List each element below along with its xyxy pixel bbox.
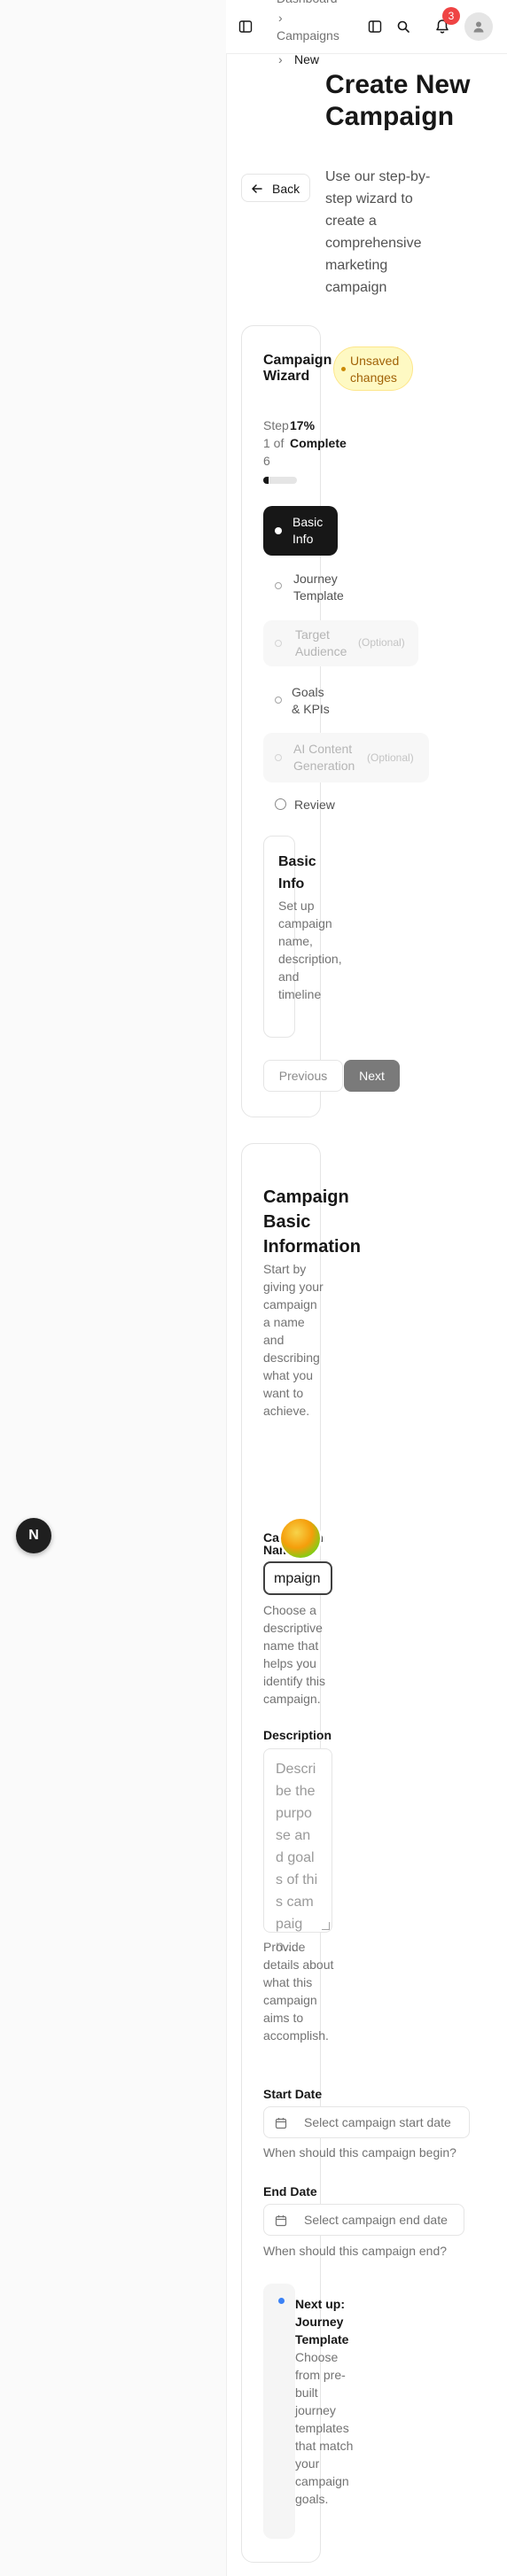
unsaved-dot-icon [341,367,346,371]
previous-button-label: Previous [278,1069,328,1083]
panel-toggle-icon[interactable] [368,19,382,34]
avatar[interactable] [464,12,493,41]
description-textarea[interactable]: Describe the purpose and goals of this c… [263,1748,332,1954]
step-label: Review [294,798,335,812]
step-optional-tag: (Optional) [367,751,414,764]
start-date-help: When should this campaign begin? [263,2145,456,2160]
end-date-picker[interactable]: Select campaign end date [263,2204,464,2236]
campaign-name-value: mpaign [274,1571,321,1586]
campaign-name-help: Choose a descriptive name that helps you… [263,1603,326,1706]
step-label: Journey Template [293,572,344,603]
form-title: Campaign Basic Information [263,1187,361,1257]
campaign-name-input[interactable]: mpaign [263,1561,332,1595]
step-label: Basic Info [292,515,324,546]
back-button[interactable]: Back [241,174,310,202]
description-label: Description [263,1728,332,1742]
wizard-step-goals-kpis[interactable]: Goals & KPIs [263,679,347,723]
current-step-title: Basic Info [278,854,316,891]
wizard-step-target-audience[interactable]: Target Audience (Optional) [263,620,418,666]
description-placeholder: Describe the purpose and goals of this c… [276,1762,318,1954]
step-circle-icon [275,798,286,810]
wizard-progress-track [263,477,297,484]
breadcrumb-item-dashboard[interactable]: Dashboard [277,0,338,7]
wizard-progress-fill [263,477,269,484]
step-label: AI Content Generation [293,742,355,773]
page-title: Create New Campaign [325,70,471,131]
next-button[interactable]: Next [344,1060,400,1092]
unsaved-badge: Unsaved changes [333,346,413,391]
top-bar: 3 [226,0,507,54]
calendar-icon [275,2215,287,2227]
step-circle-icon [275,582,282,589]
current-step-description: Set up campaign name, description, and t… [278,899,342,1001]
unsaved-badge-label: Unsaved changes [350,354,400,385]
sidebar-toggle-icon[interactable] [238,19,253,34]
user-icon [473,21,484,33]
page-subtitle: Use our step-by-step wizard to create a … [325,169,431,295]
wizard-step-journey-template[interactable]: Journey Template [263,566,347,611]
back-button-label: Back [272,182,300,196]
wizard-step-basic-info[interactable]: Basic Info [263,506,338,556]
chevron-right-icon: › [278,52,283,66]
resize-handle-icon[interactable] [322,1922,330,1930]
wizard-step-ai-content-generation[interactable]: AI Content Generation (Optional) [263,733,429,782]
emoji-sticker-icon [279,1517,322,1560]
wizard-progress-percent: 17% [290,418,316,432]
wizard-step-review[interactable]: Review [263,795,347,818]
breadcrumb-item-campaigns[interactable]: Campaigns [277,27,339,44]
wizard-progress-complete: Complete [290,436,347,450]
chevron-right-icon: › [278,11,283,25]
calendar-icon [275,2118,287,2129]
sidebar-panel [0,0,226,2576]
previous-button[interactable]: Previous [263,1060,343,1092]
arrow-left-icon [252,184,262,193]
end-date-placeholder: Select campaign end date [304,2213,448,2227]
notification-count-badge: 3 [442,7,460,25]
start-date-label: Start Date [263,2087,323,2101]
next-up-title: Next up: Journey Template [295,2297,349,2346]
step-circle-icon [275,754,282,761]
next-up-text: Choose from pre-built journey templates … [295,2350,354,2506]
end-date-label: End Date [263,2184,317,2199]
form-intro: Start by giving your campaign a name and… [263,1262,324,1418]
wizard-title: Campaign Wizard [263,353,332,384]
step-circle-icon [275,640,282,647]
start-date-placeholder: Select campaign start date [304,2115,451,2129]
dev-tools-badge-label: N [28,1528,39,1543]
start-date-picker[interactable]: Select campaign start date [263,2106,470,2138]
sidebar-divider [226,0,227,2576]
search-icon[interactable] [396,19,410,34]
step-circle-icon [275,697,282,704]
breadcrumb-item-new: New [294,52,320,66]
next-up-dot-icon [278,2298,285,2304]
next-button-label: Next [359,1069,385,1083]
step-active-dot-icon [275,527,282,534]
step-label: Target Audience [295,627,347,658]
description-help: Provide details about what this campaign… [263,1940,334,2043]
end-date-help: When should this campaign end? [263,2244,448,2258]
step-label: Goals & KPIs [292,685,330,716]
step-optional-tag: (Optional) [358,636,405,649]
wizard-step-counter: Step 1 of 6 [263,418,289,468]
dev-tools-badge[interactable]: N [16,1518,51,1553]
next-up-card [263,2284,295,2539]
